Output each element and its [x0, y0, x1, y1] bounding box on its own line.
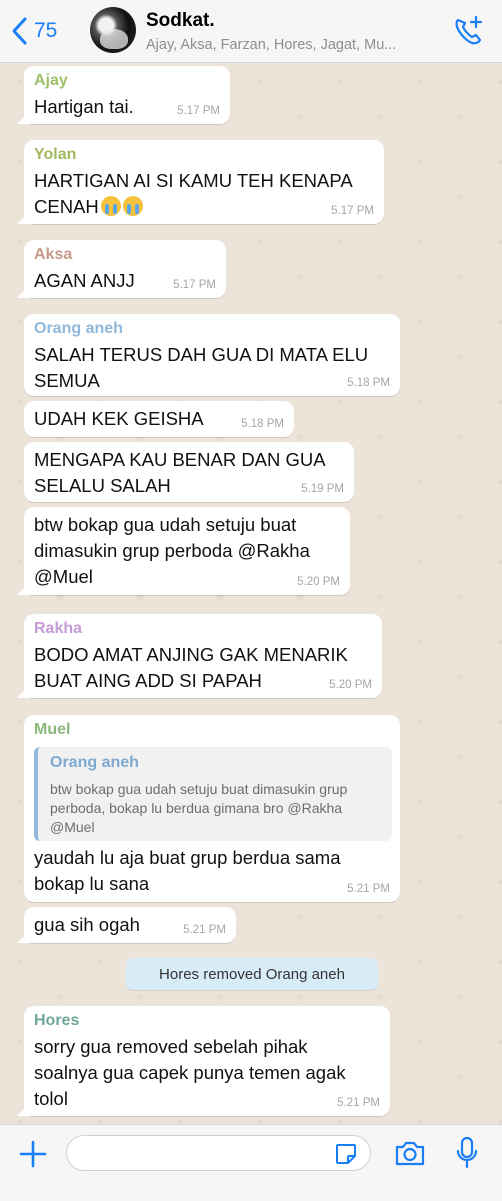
message-time: 5.21 PM [337, 1097, 380, 1109]
message-text: SALAH TERUS DAH GUA DI MATA ELU [34, 344, 369, 365]
message-text: Hartigan tai. [34, 96, 134, 117]
message-text: SEMUA [34, 370, 100, 391]
message-input[interactable] [66, 1135, 371, 1171]
message-text: dimasukin grup perboda @Rakha [34, 540, 310, 561]
message-bubble[interactable]: Orang aneh SALAH TERUS DAH GUA DI MATA E… [24, 314, 400, 396]
group-title[interactable]: Sodkat. [146, 10, 215, 32]
sender-name: Ajay [34, 72, 68, 89]
unread-count: 75 [34, 19, 58, 42]
message-text: HARTIGAN AI SI KAMU TEH KENAPA [34, 170, 353, 191]
message-bubble[interactable]: Yolan HARTIGAN AI SI KAMU TEH KENAPA CEN… [24, 140, 384, 224]
message-bubble[interactable]: gua sih ogah 5.21 PM [24, 907, 236, 943]
message-bubble[interactable]: UDAH KEK GEISHA 5.18 PM [24, 401, 294, 437]
back-button[interactable]: 75 [10, 14, 57, 48]
message-text: bokap lu sana [34, 873, 150, 894]
plus-icon[interactable] [18, 1139, 48, 1169]
message-bubble[interactable]: Aksa AGAN ANJJ 5.17 PM [24, 240, 226, 298]
message-time: 5.17 PM [331, 205, 374, 217]
microphone-icon[interactable] [455, 1136, 479, 1170]
message-text: BODO AMAT ANJING GAK MENARIK [34, 644, 348, 665]
message-time: 5.18 PM [347, 377, 390, 389]
sticker-icon[interactable] [334, 1142, 358, 1166]
composer-bar [0, 1124, 502, 1201]
message-text: soalnya gua capek punya temen agak [34, 1062, 346, 1083]
sender-name: Muel [34, 721, 71, 738]
message-time: 5.17 PM [177, 105, 220, 117]
message-text-line: CENAH [34, 196, 99, 217]
quoted-message[interactable]: Orang aneh btw bokap gua udah setuju bua… [34, 747, 392, 841]
message-bubble[interactable]: Muel Orang aneh btw bokap gua udah setuj… [24, 715, 400, 902]
group-avatar[interactable] [90, 7, 136, 53]
sender-name: Aksa [34, 246, 73, 263]
message-bubble[interactable]: Rakha BODO AMAT ANJING GAK MENARIK BUAT … [24, 614, 382, 698]
sender-name: Orang aneh [34, 320, 123, 337]
message-list[interactable]: Ajay Hartigan tai. 5.17 PM Yolan HARTIGA… [0, 62, 502, 1124]
message-time: 5.21 PM [347, 883, 390, 895]
message-text: sorry gua removed sebelah pihak [34, 1036, 308, 1057]
message-text: MENGAPA KAU BENAR DAN GUA [34, 449, 326, 470]
message-text: SELALU SALAH [34, 475, 171, 496]
chevron-left-icon [12, 17, 27, 45]
message-time: 5.17 PM [173, 279, 216, 291]
message-bubble[interactable]: Hores sorry gua removed sebelah pihak so… [24, 1006, 390, 1116]
loudly-crying-face-icon [100, 196, 121, 216]
quoted-text: btw bokap gua udah setuju buat dimasukin… [50, 781, 348, 835]
message-text: tolol [34, 1088, 68, 1109]
quoted-sender: Orang aneh [50, 754, 139, 771]
sender-name: Hores [34, 1012, 80, 1029]
sender-name: Yolan [34, 146, 77, 163]
phone-plus-icon[interactable] [452, 14, 484, 48]
loudly-crying-face-icon [122, 196, 143, 216]
message-text: AGAN ANJJ [34, 270, 135, 291]
message-text: BUAT AING ADD SI PAPAH [34, 670, 262, 691]
message-time: 5.19 PM [301, 483, 344, 495]
camera-icon[interactable] [394, 1139, 426, 1167]
message-text: CENAH [34, 194, 143, 220]
message-bubble[interactable]: MENGAPA KAU BENAR DAN GUA SELALU SALAH 5… [24, 442, 354, 502]
chat-header: 75 Sodkat. Ajay, Aksa, Farzan, Hores, Ja… [0, 0, 502, 63]
message-bubble[interactable]: btw bokap gua udah setuju buat dimasukin… [24, 507, 350, 595]
message-time: 5.21 PM [183, 924, 226, 936]
group-members[interactable]: Ajay, Aksa, Farzan, Hores, Jagat, Mu... [146, 37, 436, 53]
message-text: UDAH KEK GEISHA [34, 408, 204, 429]
message-time: 5.18 PM [241, 418, 284, 430]
system-message: Hores removed Orang aneh [126, 958, 378, 990]
message-text: gua sih ogah [34, 914, 140, 935]
message-time: 5.20 PM [297, 576, 340, 588]
message-bubble[interactable]: Ajay Hartigan tai. 5.17 PM [24, 66, 230, 124]
message-text: yaudah lu aja buat grup berdua sama [34, 847, 341, 868]
message-time: 5.20 PM [329, 679, 372, 691]
sender-name: Rakha [34, 620, 83, 637]
message-text: btw bokap gua udah setuju buat [34, 514, 297, 535]
message-text: @Muel [34, 566, 93, 587]
